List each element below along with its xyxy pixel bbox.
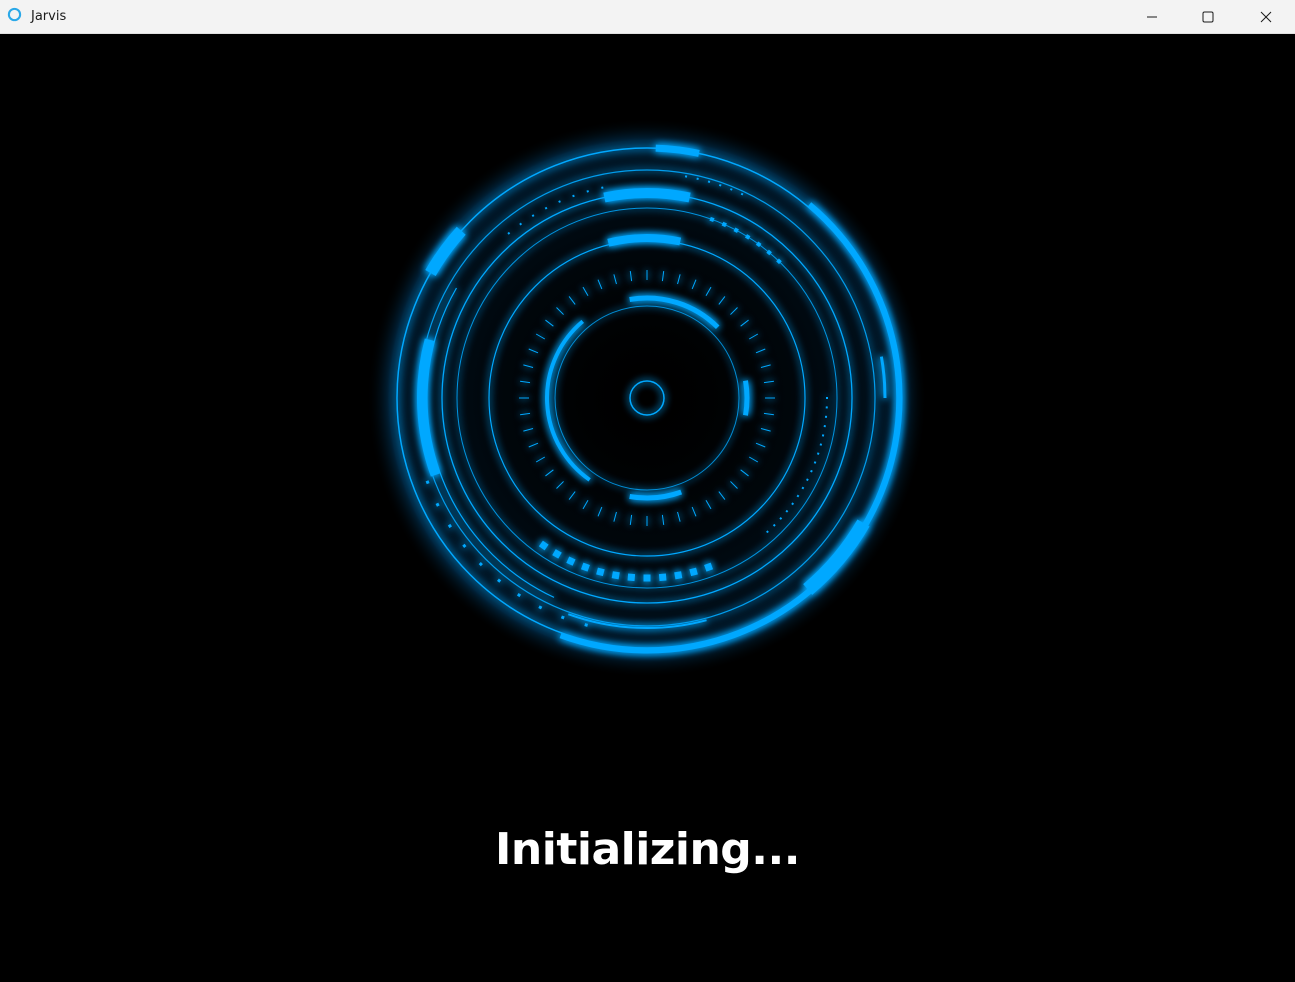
app-ring-icon [7, 7, 22, 22]
close-button[interactable] [1238, 0, 1294, 33]
status-text: Initializing... [495, 824, 800, 875]
hud-dot-small [823, 425, 826, 428]
hud-dash [658, 573, 667, 582]
hud-dash [674, 571, 683, 580]
hud-arc-third-top [603, 188, 691, 203]
hud-dot-small [824, 415, 828, 418]
hud-dot-top-left [601, 186, 604, 189]
maximize-button[interactable] [1180, 0, 1236, 33]
hud-dot-top [684, 175, 688, 178]
title-bar[interactable]: Jarvis [0, 0, 1295, 34]
maximize-icon [1202, 11, 1214, 22]
minimize-button[interactable] [1124, 0, 1180, 33]
hud-dash [643, 574, 651, 582]
close-icon [1260, 11, 1272, 22]
hud-dot-small [825, 406, 828, 409]
app-window: Jarvis Initializing... [0, 0, 1295, 982]
hud-dot-small [821, 434, 825, 437]
hud-arc-inner-2 [743, 380, 750, 416]
main-content: Initializing... [0, 34, 1295, 982]
hud-dash [611, 571, 620, 580]
hud-dot-small [826, 397, 828, 399]
hud-loading-graphic [367, 118, 927, 678]
window-title: Jarvis [31, 9, 67, 24]
hud-dash [627, 573, 636, 582]
hud-haze [367, 118, 927, 678]
minimize-icon [1147, 16, 1157, 17]
